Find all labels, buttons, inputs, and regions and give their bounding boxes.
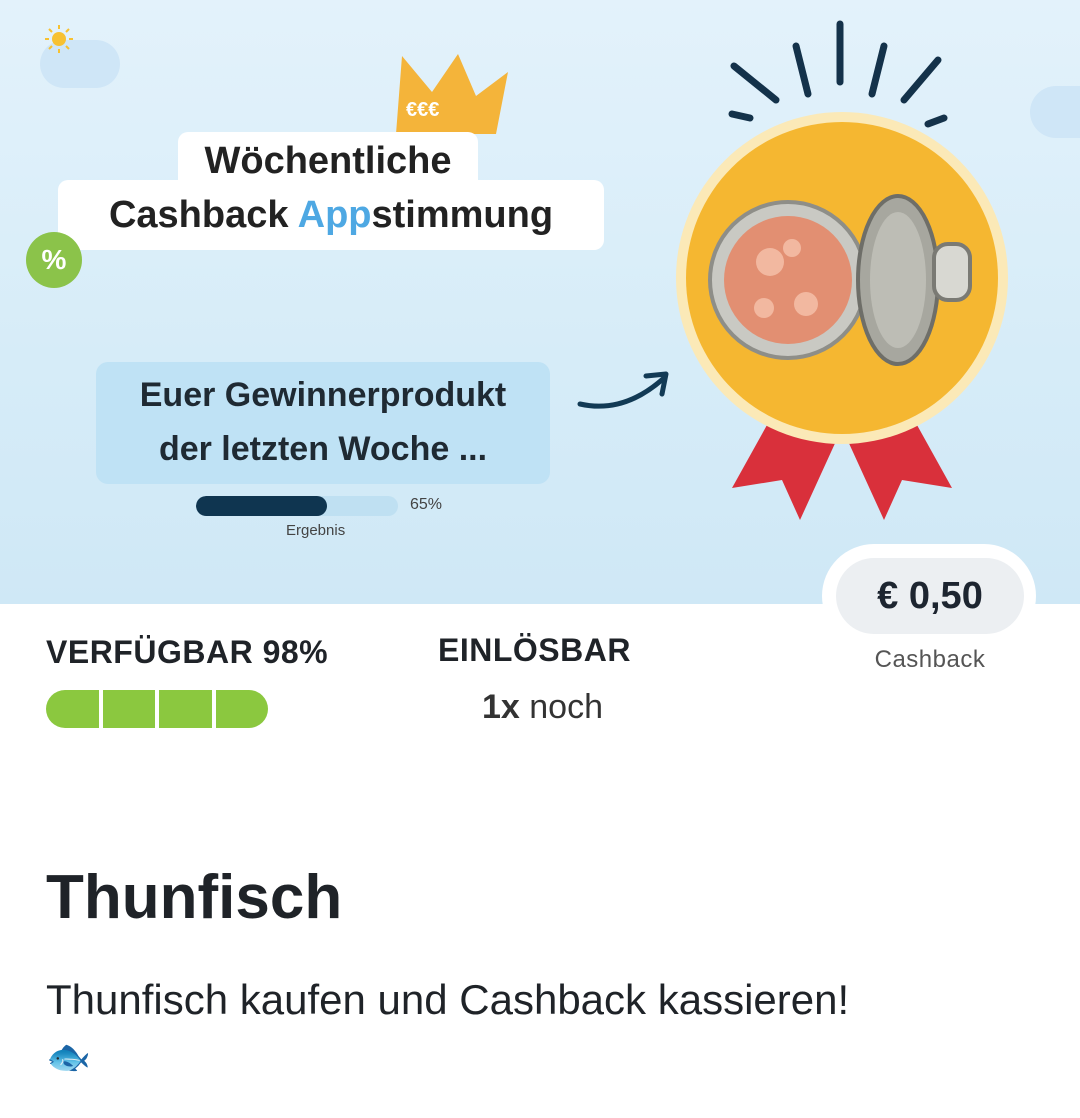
medal-tuna-can-image <box>676 20 1008 520</box>
availability-segment <box>159 690 212 728</box>
winner-text-line1: Euer Gewinnerprodukt <box>139 376 507 414</box>
arrow-icon <box>577 371 669 409</box>
redeem-count-suffix: noch <box>519 688 604 726</box>
cloud-shape <box>1030 86 1080 138</box>
availability-segment <box>102 690 155 728</box>
percent-badge: % <box>26 232 82 288</box>
result-progress-bar <box>196 496 398 516</box>
cashback-price: € 0,50 <box>836 558 1024 634</box>
redeem-count: 1x noch <box>482 688 603 727</box>
banner-title-line2: Cashback Appstimmung <box>58 180 604 250</box>
product-description: Thunfisch kaufen und Cashback kassieren! <box>46 976 850 1023</box>
title-accent: App <box>297 194 372 236</box>
availability-segment <box>215 690 268 728</box>
winner-text-line2: der letzten Woche ... <box>158 430 488 468</box>
redeem-count-number: 1x <box>482 688 520 726</box>
availability-segment <box>46 690 99 728</box>
crown-icon: €€€ <box>396 54 508 134</box>
banner-title-line1: Wöchentliche <box>178 132 478 190</box>
availability-bar <box>46 690 268 728</box>
result-label: Ergebnis <box>286 522 346 539</box>
cashback-label: Cashback <box>874 646 986 673</box>
product-title: Thunfisch <box>46 863 343 932</box>
fish-icon: 🐟 <box>46 1036 91 1077</box>
title-part: stimmung <box>371 194 554 236</box>
result-percent: 65% <box>410 496 443 513</box>
crown-coins: €€€ <box>406 99 439 121</box>
redeemable-label: EINLÖSBAR <box>438 632 631 668</box>
sun-icon <box>45 25 73 53</box>
hero-banner: €€€ Cashback Appstimmung Wöchentliche % … <box>0 0 1080 604</box>
available-label: VERFÜGBAR 98% <box>46 634 329 670</box>
result-progress-fill <box>196 496 328 516</box>
winner-box: Euer Gewinnerprodukt der letzten Woche .… <box>96 362 550 484</box>
title-part: Cashback <box>108 194 298 236</box>
